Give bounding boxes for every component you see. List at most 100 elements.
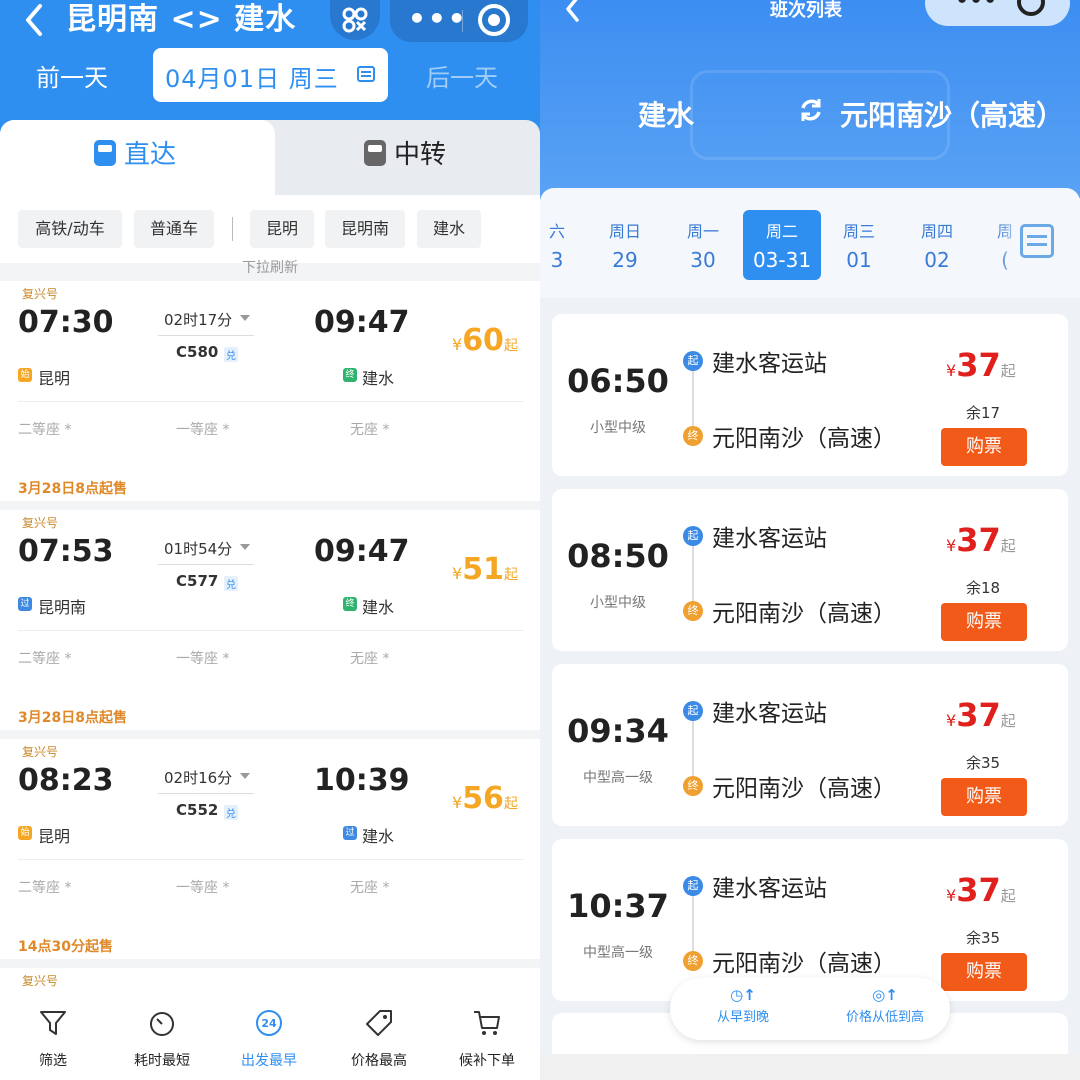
chevron-down-icon[interactable]: [240, 544, 250, 550]
buy-button[interactable]: 购票: [941, 603, 1027, 641]
seat-second-class: 二等座 *: [18, 880, 72, 896]
from-station: 建水客运站: [712, 701, 827, 727]
sort-shortest-button[interactable]: 耗时最短: [117, 1008, 207, 1070]
seat-second-class: 二等座 *: [18, 422, 72, 438]
price-value: 51: [462, 552, 504, 587]
route-tabs: 直达 中转: [0, 120, 540, 195]
departure-time: 08:50: [567, 537, 669, 575]
divider: [18, 859, 524, 860]
calendar-icon[interactable]: [1020, 224, 1054, 258]
price-suffix: 起: [503, 796, 518, 812]
tab-transfer[interactable]: 中转: [364, 134, 446, 171]
sort-earliest-label: 出发最早: [241, 1053, 297, 1069]
day-item[interactable]: 周三 01: [820, 210, 898, 280]
exchange-badge: 兑: [224, 347, 238, 362]
train-code: C552: [176, 801, 219, 819]
train-tag: 复兴号: [22, 745, 59, 759]
sort-pill: ◷↑ 从早到晚 ◎↑ 价格从低到高: [670, 978, 950, 1040]
seat-second-class: 二等座 *: [18, 651, 72, 667]
back-arrow-icon[interactable]: [560, 0, 586, 22]
date-text: 04月01日 周三: [165, 65, 339, 93]
sort-price-button[interactable]: ◎↑ 价格从低到高: [830, 986, 940, 1025]
price-value: 37: [956, 521, 1001, 559]
price-suffix: 起: [1000, 537, 1016, 555]
chip-normal[interactable]: 普通车: [134, 210, 214, 248]
price-suffix: 起: [1000, 712, 1016, 730]
train-card[interactable]: 复兴号 07:53 01时54分 C577 兑 09:47 过 昆明南 终 建水…: [0, 510, 540, 730]
from-station: 昆明: [38, 369, 71, 388]
sort-shortest-label: 耗时最短: [134, 1053, 190, 1069]
route-line: [692, 544, 694, 606]
buy-button[interactable]: 购票: [941, 428, 1027, 466]
sort-time-label: 从早到晚: [716, 1010, 769, 1025]
chip-highspeed[interactable]: 高铁/动车: [18, 210, 122, 248]
tab-direct[interactable]: 直达: [94, 134, 176, 171]
bus-card[interactable]: 09:34 中型高一级 起 终 建水客运站 元阳南沙（高速） ¥37起 余35 …: [552, 664, 1068, 826]
filter-icon: [40, 1011, 66, 1035]
day-item[interactable]: 周四 02: [898, 210, 976, 280]
price-symbol: ¥: [452, 335, 463, 354]
to-station: 元阳南沙（高速）: [712, 951, 896, 977]
arrival-time: 10:39: [314, 763, 410, 798]
train-code: C580: [176, 343, 219, 361]
route-line: [692, 719, 694, 781]
price: ¥60起: [452, 323, 518, 358]
sort-bar: 筛选 耗时最短 24 出发最早 价格最高 候补下单: [0, 1000, 540, 1080]
day-item-selected[interactable]: 周二 03-31: [743, 210, 821, 280]
chevron-down-icon[interactable]: [240, 315, 250, 321]
chip-jianshui[interactable]: 建水: [417, 210, 481, 248]
close-miniapp-icon[interactable]: [478, 4, 510, 36]
day-item[interactable]: 周日 29: [586, 210, 664, 280]
start-station-badge: 始: [18, 368, 32, 382]
more-menu-icon[interactable]: •••: [955, 0, 997, 13]
day-week: 周四: [920, 222, 953, 241]
chevron-down-icon[interactable]: [240, 773, 250, 779]
sort-earliest-button[interactable]: 24 出发最早: [224, 1008, 314, 1070]
buy-button[interactable]: 购票: [941, 778, 1027, 816]
seat-standing: 无座 *: [350, 880, 390, 896]
arrival-time: 09:47: [314, 305, 410, 340]
chip-kunming[interactable]: 昆明: [250, 210, 314, 248]
to-station: 建水: [362, 598, 395, 617]
scan-icon[interactable]: [330, 0, 380, 40]
swap-icon[interactable]: [798, 97, 824, 123]
waitlist-button[interactable]: 候补下单: [442, 1008, 532, 1070]
prev-day-button[interactable]: 前一天: [36, 58, 108, 93]
departure-time: 06:50: [567, 362, 669, 400]
chip-kunmingnan[interactable]: 昆明南: [325, 210, 405, 248]
price-symbol: ¥: [946, 361, 957, 380]
train-card[interactable]: 复兴号 08:23 02时16分 C552 兑 10:39 始 昆明 过 建水 …: [0, 739, 540, 959]
pass-station-badge: 过: [18, 597, 32, 611]
end-dot: 终: [683, 951, 703, 971]
sort-price-button[interactable]: 价格最高: [334, 1008, 424, 1070]
close-miniapp-icon[interactable]: [1017, 0, 1045, 16]
cart-icon: [474, 1011, 500, 1035]
bus-card[interactable]: 08:50 小型中级 起 终 建水客运站 元阳南沙（高速） ¥37起 余18 购…: [552, 489, 1068, 651]
price: ¥51起: [452, 552, 518, 587]
to-station: 元阳南沙（高速）: [712, 776, 896, 802]
svg-text:24: 24: [261, 1017, 277, 1030]
seat-standing: 无座 *: [350, 651, 390, 667]
bus-card[interactable]: 06:50 小型中级 起 终 建水客运站 元阳南沙（高速） ¥37起 余17 购…: [552, 314, 1068, 476]
bus-card[interactable]: 10:37 中型高一级 起 终 建水客运站 元阳南沙（高速） ¥37起 余35 …: [552, 839, 1068, 1001]
from-station: 昆明南: [38, 598, 87, 617]
bus-type: 小型中级: [590, 595, 646, 611]
next-day-button[interactable]: 后一天: [426, 58, 498, 93]
more-menu-icon[interactable]: •••: [408, 4, 468, 34]
day-item[interactable]: 周一 30: [664, 210, 742, 280]
price-symbol: ¥: [946, 886, 957, 905]
price-tag-icon: [366, 1010, 392, 1036]
filter-button[interactable]: 筛选: [8, 1008, 98, 1070]
train-icon: [94, 139, 116, 166]
buy-button[interactable]: 购票: [941, 953, 1027, 991]
start-dot: 起: [683, 701, 703, 721]
price: ¥37起: [946, 871, 1016, 909]
sort-time-button[interactable]: ◷↑ 从早到晚: [698, 986, 788, 1025]
to-city: 元阳南沙（高速）: [840, 99, 1065, 132]
date-picker[interactable]: 04月01日 周三: [153, 48, 388, 102]
train-card[interactable]: 复兴号 07:30 02时17分 C580 兑 09:47 始 昆明 终 建水 …: [0, 281, 540, 501]
from-station: 建水客运站: [712, 876, 827, 902]
departure-time: 08:23: [18, 763, 114, 798]
seat-first-class: 一等座 *: [176, 651, 230, 667]
back-arrow-icon[interactable]: [20, 2, 50, 38]
